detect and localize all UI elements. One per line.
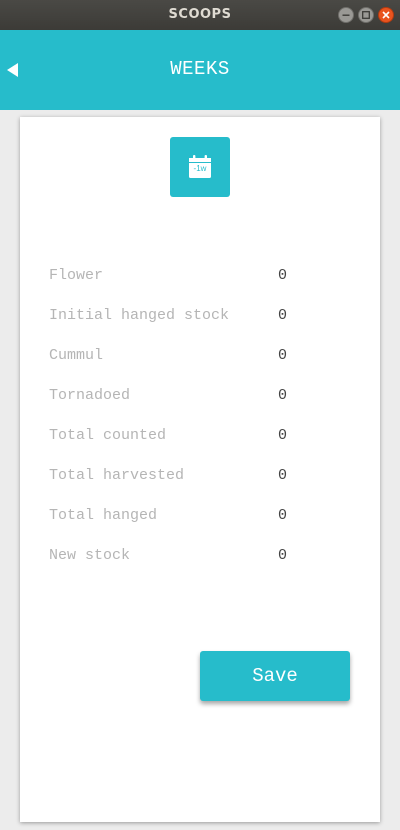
field-value: 0: [278, 547, 288, 564]
fields-list: Flower 0 Initial hanged stock 0 Cummul 0…: [49, 267, 349, 587]
field-row-initial-hanged-stock: Initial hanged stock 0: [49, 307, 349, 347]
field-value: 0: [278, 387, 288, 404]
field-label: Tornadoed: [49, 387, 131, 404]
field-value: 0: [278, 467, 288, 484]
maximize-icon[interactable]: [358, 7, 374, 23]
field-label: Total harvested: [49, 467, 185, 484]
app-header: WEEKS: [0, 30, 400, 110]
field-row-flower: Flower 0: [49, 267, 349, 307]
save-button[interactable]: Save: [200, 651, 350, 701]
close-icon[interactable]: [378, 7, 394, 23]
field-row-cummul: Cummul 0: [49, 347, 349, 387]
calendar-button[interactable]: -1w: [170, 137, 230, 197]
field-label: Cummul: [49, 347, 104, 364]
field-label: Flower: [49, 267, 104, 284]
field-label: Total hanged: [49, 507, 158, 524]
field-value: 0: [278, 427, 288, 444]
calendar-label: -1w: [193, 164, 207, 173]
field-row-tornadoed: Tornadoed 0: [49, 387, 349, 427]
field-row-total-counted: Total counted 0: [49, 427, 349, 467]
field-row-total-harvested: Total harvested 0: [49, 467, 349, 507]
field-label: New stock: [49, 547, 131, 564]
field-value: 0: [278, 507, 288, 524]
field-value: 0: [278, 307, 288, 324]
field-label: Total counted: [49, 427, 167, 444]
field-label: Initial hanged stock: [49, 307, 230, 324]
field-row-new-stock: New stock 0: [49, 547, 349, 587]
weeks-card: -1w Flower 0 Initial hanged stock 0 Cumm…: [20, 117, 380, 822]
page-title: WEEKS: [170, 58, 230, 80]
minimize-icon[interactable]: [338, 7, 354, 23]
field-row-total-hanged: Total hanged 0: [49, 507, 349, 547]
window-titlebar: SCOOPS: [0, 0, 400, 30]
field-value: 0: [278, 347, 288, 364]
field-value: 0: [278, 267, 288, 284]
